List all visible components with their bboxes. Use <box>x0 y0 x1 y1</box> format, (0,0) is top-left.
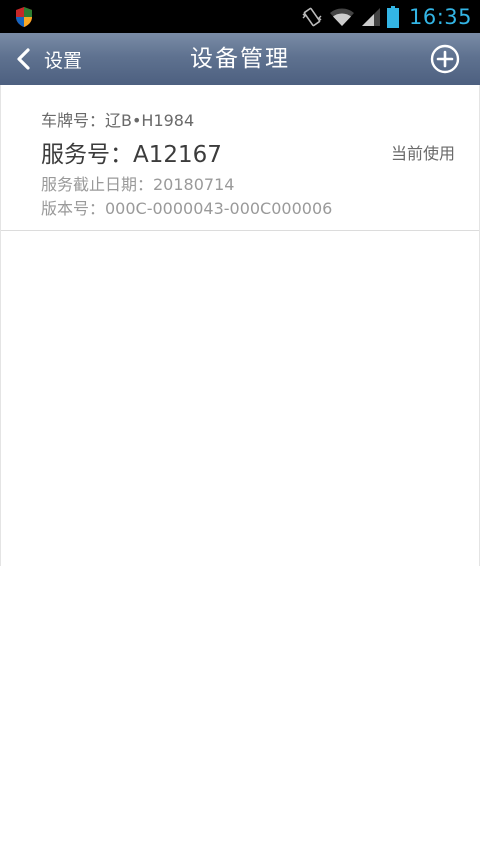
clock: 16:35 <box>408 4 472 29</box>
device-list-item[interactable]: 车牌号：辽B•H1984 服务号：A12167 当前使用 服务截止日期：2018… <box>1 85 479 231</box>
status-bar: 16:35 <box>0 0 480 33</box>
add-device-button[interactable] <box>430 44 460 74</box>
wifi-icon <box>329 8 354 26</box>
device-list: 车牌号：辽B•H1984 服务号：A12167 当前使用 服务截止日期：2018… <box>0 85 480 566</box>
plate-number: 车牌号：辽B•H1984 <box>41 111 195 130</box>
version-number: 版本号：000C-0000043-000C000006 <box>41 199 333 218</box>
battery-icon <box>386 5 399 28</box>
signal-icon <box>361 7 380 26</box>
service-number: 服务号：A12167 <box>41 142 222 168</box>
vibrate-icon <box>302 7 322 26</box>
page-title: 设备管理 <box>190 46 290 72</box>
shield-icon <box>16 7 32 27</box>
title-bar: 设置 设备管理 <box>0 33 480 85</box>
expiry-date: 服务截止日期：20180714 <box>41 175 235 194</box>
status-badge: 当前使用 <box>390 144 455 163</box>
